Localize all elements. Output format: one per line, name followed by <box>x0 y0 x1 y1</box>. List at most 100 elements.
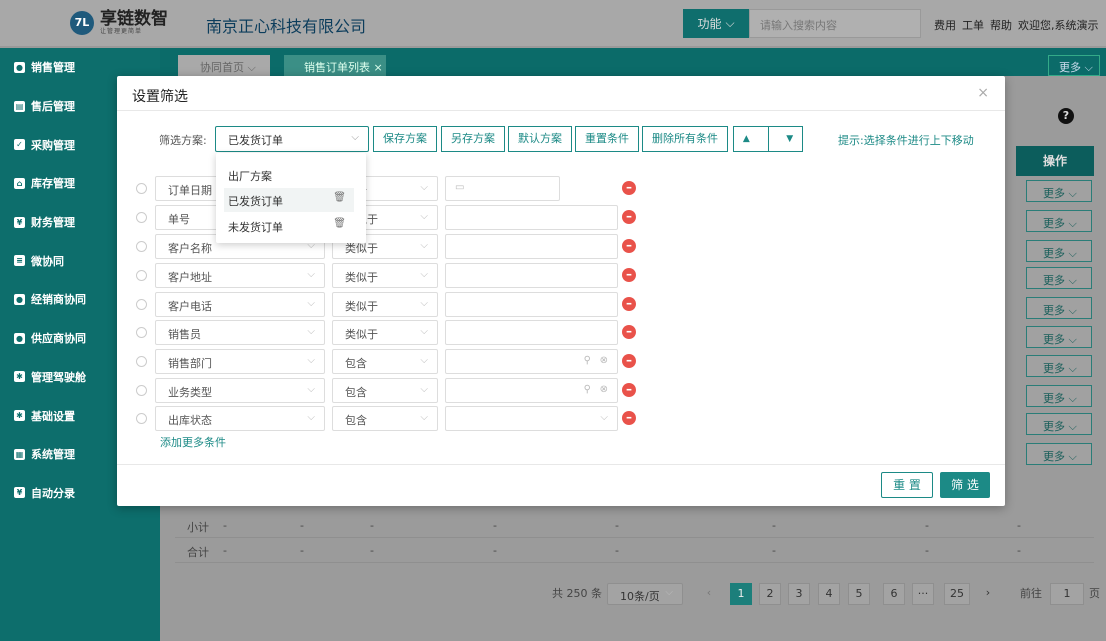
condition-value-input[interactable] <box>445 205 618 230</box>
condition-value-input[interactable] <box>445 292 618 317</box>
next-page-button[interactable]: › <box>977 583 999 605</box>
arrow-up-icon[interactable]: ▲ <box>743 134 750 144</box>
default-plan-button[interactable]: 默认方案 <box>508 126 572 152</box>
goto-page-input[interactable]: 1 <box>1050 583 1084 605</box>
filter-button[interactable]: 筛 选 <box>940 472 990 498</box>
save-as-plan-button[interactable]: 另存方案 <box>441 126 505 152</box>
condition-field-select[interactable]: 业务类型 ⌵ <box>155 378 325 403</box>
condition-value-input[interactable] <box>445 263 618 288</box>
condition-radio[interactable] <box>136 183 147 194</box>
remove-condition-icon[interactable]: – <box>622 354 636 368</box>
remove-condition-icon[interactable]: – <box>622 325 636 339</box>
tab-home[interactable]: 协同首页 ⌵ <box>178 55 270 76</box>
tab-sales-orders[interactable]: 销售订单列表 × <box>284 55 386 76</box>
page-6[interactable]: 6 <box>883 583 905 605</box>
remove-condition-icon[interactable]: – <box>622 268 636 282</box>
condition-op-select[interactable]: 包含 ⌵ <box>332 406 438 431</box>
condition-op-select[interactable]: 包含 ⌵ <box>332 349 438 374</box>
condition-value-input[interactable]: ⚲ ⊗ <box>445 378 618 403</box>
condition-field-select[interactable]: 客户电话 ⌵ <box>155 292 325 317</box>
remove-condition-icon[interactable]: – <box>622 210 636 224</box>
remove-condition-icon[interactable]: – <box>622 297 636 311</box>
close-icon[interactable]: × <box>374 61 383 74</box>
condition-radio[interactable] <box>136 385 147 396</box>
condition-value-input[interactable] <box>445 320 618 345</box>
condition-field-select[interactable]: 销售员 ⌵ <box>155 320 325 345</box>
condition-op-select[interactable]: 类似于 ⌵ <box>332 263 438 288</box>
prev-page-button[interactable]: ‹ <box>698 583 720 605</box>
row-more-button[interactable]: 更多 ⌵ <box>1026 355 1092 377</box>
condition-value-input[interactable] <box>445 234 618 259</box>
condition-field-select[interactable]: 客户地址 ⌵ <box>155 263 325 288</box>
row-more-button[interactable]: 更多 ⌵ <box>1026 267 1092 289</box>
plan-select[interactable]: 已发货订单 ⌵ <box>215 126 369 152</box>
condition-radio[interactable] <box>136 327 147 338</box>
page-5[interactable]: 5 <box>848 583 870 605</box>
condition-op-select[interactable]: 包含 ⌵ <box>332 378 438 403</box>
page-1[interactable]: 1 <box>730 583 752 605</box>
more-tabs-button[interactable]: 更多 ⌵ <box>1048 55 1100 76</box>
page-ellipsis[interactable]: ··· <box>912 583 934 605</box>
row-more-button[interactable]: 更多 ⌵ <box>1026 180 1092 202</box>
row-more-button[interactable]: 更多 ⌵ <box>1026 413 1092 435</box>
remove-condition-icon[interactable]: – <box>622 383 636 397</box>
reset-button[interactable]: 重 置 <box>881 472 933 498</box>
row-more-button[interactable]: 更多 ⌵ <box>1026 240 1092 262</box>
row-more-button[interactable]: 更多 ⌵ <box>1026 297 1092 319</box>
link-help[interactable]: 帮助 <box>990 17 1012 33</box>
row-more-button[interactable]: 更多 ⌵ <box>1026 326 1092 348</box>
search-input[interactable]: 请输入搜索内容 <box>749 9 921 38</box>
page-2[interactable]: 2 <box>759 583 781 605</box>
date-input[interactable]: ▭ <box>445 176 560 201</box>
row-more-label: 更多 <box>1043 333 1065 346</box>
condition-radio[interactable] <box>136 413 147 424</box>
dropdown-option-selected[interactable]: 已发货订单 🗑 <box>224 188 354 212</box>
condition-radio[interactable] <box>136 299 147 310</box>
close-icon[interactable]: × <box>977 85 989 101</box>
save-plan-button[interactable]: 保存方案 <box>373 126 437 152</box>
search-icon[interactable]: ⚲ <box>584 384 591 395</box>
condition-radio[interactable] <box>136 356 147 367</box>
link-ticket[interactable]: 工单 <box>962 17 984 33</box>
row-more-button[interactable]: 更多 ⌵ <box>1026 210 1092 232</box>
row-more-button[interactable]: 更多 ⌵ <box>1026 443 1092 465</box>
id-card-icon: ▤ <box>14 100 25 112</box>
option-label: 未发货订单 <box>228 221 283 234</box>
page-unit: 页 <box>1089 587 1100 600</box>
page-3[interactable]: 3 <box>788 583 810 605</box>
page-size-select[interactable]: 10条/页 ⌵ <box>607 583 683 605</box>
trash-icon[interactable]: 🗑 <box>333 192 346 203</box>
remove-condition-icon[interactable]: – <box>622 181 636 195</box>
cell: - <box>615 544 619 557</box>
condition-op-select[interactable]: 类似于 ⌵ <box>332 320 438 345</box>
condition-radio[interactable] <box>136 270 147 281</box>
condition-field-select[interactable]: 出库状态 ⌵ <box>155 406 325 431</box>
welcome-user[interactable]: 欢迎您,系统演示 <box>1018 17 1099 33</box>
condition-radio[interactable] <box>136 212 147 223</box>
page-4[interactable]: 4 <box>818 583 840 605</box>
reset-conditions-button[interactable]: 重置条件 <box>575 126 639 152</box>
clear-icon[interactable]: ⊗ <box>600 384 608 395</box>
arrow-down-icon[interactable]: ▼ <box>786 134 793 144</box>
add-more-conditions-link[interactable]: 添加更多条件 <box>160 434 226 450</box>
link-expense[interactable]: 费用 <box>934 17 956 33</box>
chevron-down-icon: ⌵ <box>420 355 428 366</box>
search-icon[interactable]: ⚲ <box>584 355 591 366</box>
clear-icon[interactable]: ⊗ <box>600 355 608 366</box>
condition-op-select[interactable]: 类似于 ⌵ <box>332 292 438 317</box>
page-25[interactable]: 25 <box>944 583 970 605</box>
delete-all-conditions-button[interactable]: 删除所有条件 <box>642 126 728 152</box>
dropdown-option[interactable]: 出厂方案 <box>224 163 354 187</box>
condition-field-select[interactable]: 销售部门 ⌵ <box>155 349 325 374</box>
condition-radio[interactable] <box>136 241 147 252</box>
condition-value-select[interactable]: ⌵ <box>445 406 618 431</box>
row-more-button[interactable]: 更多 ⌵ <box>1026 385 1092 407</box>
row-more-label: 更多 <box>1043 450 1065 463</box>
remove-condition-icon[interactable]: – <box>622 239 636 253</box>
function-button[interactable]: 功能 ⌵ <box>683 9 749 38</box>
condition-value-input[interactable]: ⚲ ⊗ <box>445 349 618 374</box>
help-icon[interactable]: ? <box>1058 108 1074 124</box>
remove-condition-icon[interactable]: – <box>622 411 636 425</box>
dropdown-option[interactable]: 未发货订单 🗑 <box>224 214 354 238</box>
trash-icon[interactable]: 🗑 <box>333 218 346 229</box>
